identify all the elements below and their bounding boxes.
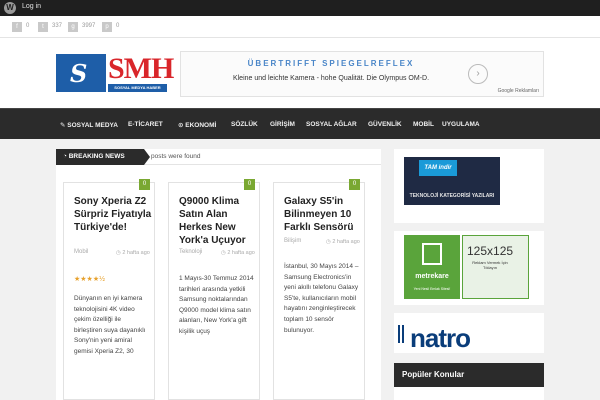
site-logo[interactable]: S SMH SOSYAL MEDYA HABER — [56, 52, 174, 92]
post-title[interactable]: Sony Xperia Z2 Sürpriz Fiyatıyla Türkiye… — [74, 195, 152, 234]
post-excerpt: İstanbul, 30 Mayıs 2014 – Samsung Electr… — [284, 263, 359, 334]
share-count: 0 — [116, 23, 120, 29]
nav-item-ekonomi[interactable]: ⊙ EKONOMİ — [178, 121, 216, 129]
chevron-right-icon[interactable]: › — [468, 64, 488, 84]
post-excerpt: Dünyanın en iyi kamera teknolojisini 4K … — [74, 295, 146, 355]
twitter-icon: t — [38, 22, 48, 32]
share-count: 3997 — [82, 23, 96, 29]
metrekare-tagline: Yeni Nesil Emlak Sitesi! — [413, 287, 451, 291]
metrekare-banner[interactable]: metrekare Yeni Nesil Emlak Sitesi! 125x1… — [404, 235, 529, 299]
comment-count-badge[interactable]: 0 — [244, 179, 255, 190]
main-content: ◔ BREAKING NEWS posts were found 0 Sony … — [56, 149, 381, 400]
breaking-label-text: BREAKING NEWS — [68, 153, 125, 160]
nav-item-sozluk[interactable]: SÖZLÜK — [231, 121, 258, 128]
nav-label: SÖZLÜK — [231, 121, 258, 128]
post-category[interactable]: Teknoloji — [179, 249, 202, 255]
nav-item-sosyal-aglar[interactable]: SOSYAL AĞLAR — [306, 121, 357, 128]
nav-item-mobil[interactable]: MOBİL — [413, 121, 434, 128]
main-nav: ✎ SOSYAL MEDYA E-TİCARET ⊙ EKONOMİ SÖZLÜ… — [0, 108, 600, 139]
login-link[interactable]: Log in — [22, 3, 41, 10]
ad-size-label: 125x125 — [467, 244, 514, 258]
nav-label: SOSYAL MEDYA — [67, 122, 118, 129]
tamindir-logo: TAM indir — [419, 160, 457, 176]
post-date: ◷ 2 hafta ago — [326, 239, 360, 245]
house-icon — [422, 243, 442, 265]
ad-cta: Reklam Vermek İçin Tıklayın — [472, 260, 508, 270]
site-header: S SMH SOSYAL MEDYA HABER ÜBERTRIFFT SPIE… — [0, 38, 600, 108]
nav-item-girisim[interactable]: GİRİŞİM — [270, 121, 295, 128]
admin-bar: W Log in — [0, 0, 600, 16]
breaking-news-label: ◔ BREAKING NEWS — [56, 149, 150, 165]
pinterest-icon: p — [102, 22, 112, 32]
post-card[interactable]: 0 Q9000 Klima Satın Alan Herkes New York… — [168, 179, 260, 400]
metrekare-logo-panel: metrekare Yeni Nesil Emlak Sitesi! — [404, 235, 460, 299]
ad-banner[interactable]: ÜBERTRIFFT SPIEGELREFLEX Kleine und leic… — [180, 51, 544, 97]
post-date-text: 2 hafta ago — [122, 250, 150, 256]
widget-tamindir: TAM indir TEKNOLOJİ KATEGORİSİ YAZILARI — [394, 149, 544, 223]
logo-subtitle: SOSYAL MEDYA HABER — [108, 84, 167, 92]
nav-item-uygulama[interactable]: UYGULAMA — [442, 121, 480, 128]
post-category[interactable]: Mobil — [74, 249, 88, 255]
sidebar: TAM indir TEKNOLOJİ KATEGORİSİ YAZILARI … — [394, 149, 544, 400]
tamindir-caption: TEKNOLOJİ KATEGORİSİ YAZILARI — [409, 193, 495, 199]
nav-label: MOBİL — [413, 121, 434, 128]
metrekare-name: metrekare — [415, 273, 449, 280]
post-date: ◷ 2 hafta ago — [221, 250, 255, 256]
share-count: 0 — [26, 23, 30, 29]
post-date: ◷ 2 hafta ago — [116, 250, 150, 256]
breaking-news-text: posts were found — [151, 153, 201, 160]
logo-emblem: S — [56, 54, 106, 92]
comment-count-badge[interactable]: 0 — [349, 179, 360, 190]
ad-headline: ÜBERTRIFFT SPIEGELREFLEX — [247, 59, 415, 68]
post-category[interactable]: Bilişim — [284, 238, 301, 244]
widget-metrekare: metrekare Yeni Nesil Emlak Sitesi! 125x1… — [394, 231, 544, 305]
post-title[interactable]: Q9000 Klima Satın Alan Herkes New York'a… — [179, 195, 257, 247]
share-count: 337 — [52, 23, 63, 29]
natro-emblem-icon — [398, 325, 404, 343]
nav-item-sosyal-medya[interactable]: ✎ SOSYAL MEDYA — [60, 121, 118, 129]
facebook-icon: f — [12, 22, 22, 32]
post-date-text: 2 hafta ago — [332, 239, 360, 245]
breaking-news-bar: ◔ BREAKING NEWS posts were found — [56, 149, 381, 165]
nav-label: GÜVENLİK — [368, 121, 402, 128]
post-title[interactable]: Galaxy S5'in Bilinmeyen 10 Farklı Sensör… — [284, 195, 362, 234]
google-plus-icon: g — [68, 22, 78, 32]
widget-natro: natro — [394, 313, 544, 353]
post-excerpt: 1 Mayıs-30 Temmuz 2014 tarihleri arasınd… — [179, 275, 254, 335]
post-card[interactable]: 0 Sony Xperia Z2 Sürpriz Fiyatıyla Türki… — [63, 179, 155, 400]
metrekare-ad-panel: 125x125 Reklam Vermek İçin Tıklayın — [462, 235, 529, 299]
widget-popular: Popüler Konular — [394, 363, 544, 400]
natro-logo[interactable]: natro — [410, 323, 471, 354]
logo-text: SMH — [108, 52, 174, 85]
nav-label: UYGULAMA — [442, 121, 480, 128]
nav-item-e-ticaret[interactable]: E-TİCARET — [128, 121, 163, 128]
nav-item-guvenlik[interactable]: GÜVENLİK — [368, 121, 402, 128]
page: W Log in f 0 t 337 g 3997 p 0 S SMH SOSY… — [0, 0, 600, 400]
nav-label: SOSYAL AĞLAR — [306, 121, 357, 128]
post-date-text: 2 hafta ago — [227, 250, 255, 256]
share-bar: f 0 t 337 g 3997 p 0 — [0, 16, 600, 38]
ad-footer: Google Reklamları — [497, 88, 539, 94]
wordpress-icon[interactable]: W — [4, 2, 16, 14]
ad-body: Kleine und leichte Kamera - hohe Qualitä… — [232, 75, 430, 82]
comment-count-badge[interactable]: 0 — [139, 179, 150, 190]
nav-label: E-TİCARET — [128, 121, 163, 128]
post-card[interactable]: 0 Galaxy S5'in Bilinmeyen 10 Farklı Sens… — [273, 179, 365, 400]
popular-topics-heading: Popüler Konular — [394, 363, 544, 387]
tamindir-banner[interactable]: TAM indir TEKNOLOJİ KATEGORİSİ YAZILARI — [404, 157, 500, 205]
nav-label: EKONOMİ — [185, 122, 217, 129]
rating-stars: ★★★★½ — [74, 276, 105, 283]
nav-label: GİRİŞİM — [270, 121, 295, 128]
